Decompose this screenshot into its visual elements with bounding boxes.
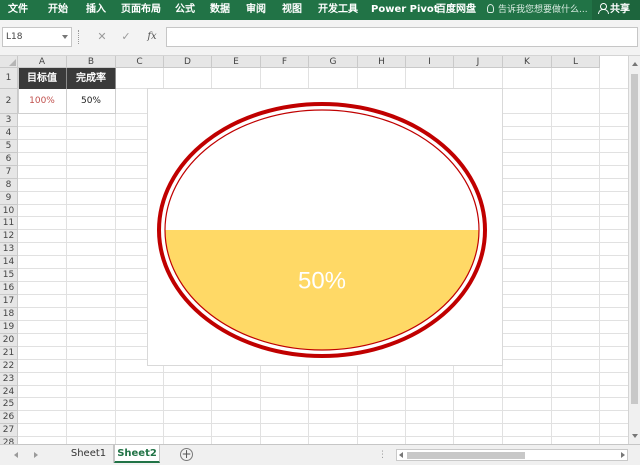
tab-insert[interactable]: 插入 [86,0,106,20]
chevron-down-icon[interactable] [62,35,68,39]
add-sheet-button[interactable]: + [180,448,193,461]
row-header-16[interactable]: 16 [0,282,18,295]
row-header-19[interactable]: 19 [0,320,18,334]
cell-a1[interactable]: 目标值 [18,68,67,89]
row-header-17[interactable]: 17 [0,295,18,308]
row-header-9[interactable]: 9 [0,191,18,205]
enter-icon[interactable]: ✓ [116,27,136,47]
sheet-tab-bar: Sheet1 Sheet2 + ⋮ [0,444,640,465]
cell-a2[interactable]: 100% [18,89,67,114]
ribbon-tab-bar: 文件 开始 插入 页面布局 公式 数据 审阅 视图 开发工具 Power Piv… [0,0,640,20]
column-header-i[interactable]: I [406,56,454,68]
more-icon[interactable]: ⋮ [378,450,387,460]
column-header-h[interactable]: H [358,56,406,68]
row-gridline [18,384,628,386]
row-header-6[interactable]: 6 [0,152,18,166]
tab-file[interactable]: 文件 [8,0,28,20]
tab-review[interactable]: 审阅 [246,0,266,20]
row-header-18[interactable]: 18 [0,307,18,321]
formula-input[interactable] [166,27,638,47]
row-header-8[interactable]: 8 [0,178,18,192]
row-header-5[interactable]: 5 [0,139,18,153]
row-header-7[interactable]: 7 [0,165,18,179]
tab-view[interactable]: 视图 [282,0,302,20]
scroll-thumb[interactable] [631,74,638,404]
column-header-g[interactable]: G [309,56,358,68]
sheet-tab-sheet1[interactable]: Sheet1 [64,445,114,463]
row-header-24[interactable]: 24 [0,385,18,399]
row-gridline [18,397,628,399]
divider [78,30,79,44]
tab-home[interactable]: 开始 [48,0,68,20]
sheet-tab-sheet2[interactable]: Sheet2 [114,445,160,463]
row-header-2[interactable]: 2 [0,89,18,114]
table-left-border [18,68,19,114]
scroll-down-icon[interactable] [632,434,638,438]
row-header-3[interactable]: 3 [0,114,18,127]
next-sheet-icon[interactable] [34,452,38,458]
prev-sheet-icon[interactable] [14,452,18,458]
tab-developer[interactable]: 开发工具 [318,0,358,20]
row-gridline [18,410,628,412]
row-header-4[interactable]: 4 [0,126,18,140]
column-header-b[interactable]: B [67,56,116,68]
row-header-27[interactable]: 27 [0,424,18,438]
row-header-12[interactable]: 12 [0,230,18,244]
name-box[interactable]: L18 [2,27,72,47]
chart-svg: 50% [157,102,487,358]
cancel-icon[interactable]: ✕ [92,27,112,47]
lightbulb-icon [487,4,494,13]
scroll-up-icon[interactable] [632,62,638,66]
tab-data[interactable]: 数据 [210,0,230,20]
cell-b1[interactable]: 完成率 [67,68,116,89]
name-box-value: L18 [6,32,23,42]
row-header-23[interactable]: 23 [0,372,18,386]
row-header-26[interactable]: 26 [0,411,18,425]
vertical-scrollbar[interactable] [628,56,640,444]
tell-me-text: 告诉我您想要做什么... [498,5,588,15]
share-button[interactable]: 共享 [592,0,640,20]
row-header-10[interactable]: 10 [0,204,18,218]
row-header-21[interactable]: 21 [0,346,18,360]
column-header-l[interactable]: L [552,56,600,68]
row-header-15[interactable]: 15 [0,269,18,283]
scroll-right-icon[interactable] [621,452,625,458]
share-label: 共享 [610,4,630,15]
person-icon [598,3,609,14]
column-header-a[interactable]: A [18,56,67,68]
row-header-20[interactable]: 20 [0,333,18,347]
formula-bar: L18 ✕ ✓ fx [0,20,640,56]
tab-power-pivot[interactable]: Power Pivot [371,0,439,20]
row-header-11[interactable]: 11 [0,217,18,231]
tab-baidu-netdisk[interactable]: 百度网盘 [436,0,476,20]
row-gridline [18,371,628,373]
hscroll-thumb[interactable] [407,452,525,459]
row-header-1[interactable]: 1 [0,68,18,89]
percent-label: 50% [298,267,346,294]
tab-page-layout[interactable]: 页面布局 [121,0,161,20]
row-gridline [18,423,628,425]
column-header-e[interactable]: E [212,56,261,68]
horizontal-scrollbar[interactable] [396,449,628,461]
completion-chart[interactable]: 50% [147,88,503,366]
row-header-13[interactable]: 13 [0,243,18,257]
tab-formulas[interactable]: 公式 [175,0,195,20]
tell-me-search[interactable]: 告诉我您想要做什么... [487,0,588,20]
column-header-c[interactable]: C [116,56,164,68]
column-header-d[interactable]: D [164,56,212,68]
cell-b2[interactable]: 50% [67,89,116,114]
column-header-f[interactable]: F [261,56,309,68]
row-header-25[interactable]: 25 [0,398,18,412]
column-header-k[interactable]: K [503,56,552,68]
scroll-left-icon[interactable] [399,452,403,458]
row-header-22[interactable]: 22 [0,359,18,373]
column-header-j[interactable]: J [454,56,503,68]
select-all-corner[interactable] [0,56,18,68]
row-header-14[interactable]: 14 [0,256,18,270]
row-gridline [18,436,628,438]
insert-function-button[interactable]: fx [140,27,164,47]
